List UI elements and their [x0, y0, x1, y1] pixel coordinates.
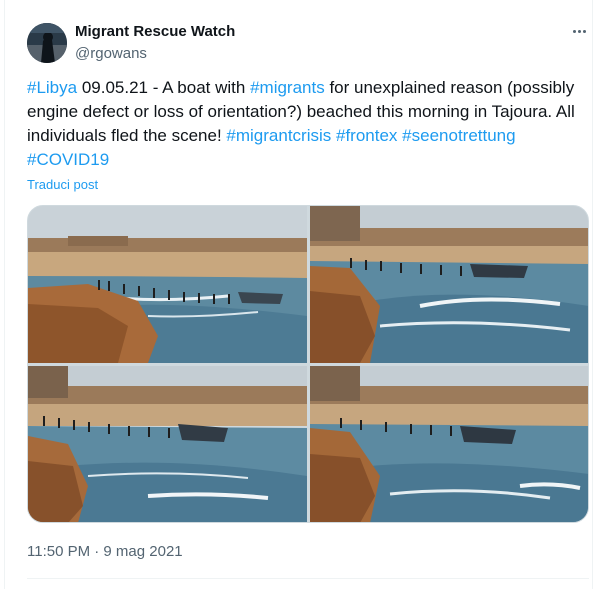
- hashtag-link[interactable]: #migrants: [250, 78, 325, 97]
- more-options-icon[interactable]: [568, 22, 590, 40]
- media-grid: [27, 205, 589, 523]
- hashtag-link[interactable]: #Libya: [27, 78, 77, 97]
- tweet-text-segment: 09.05.21 - A boat with: [77, 78, 251, 97]
- hashtag-link[interactable]: #COVID19: [27, 150, 109, 169]
- photo-2[interactable]: [310, 206, 588, 363]
- photo-3[interactable]: [28, 366, 307, 522]
- hashtag-link[interactable]: #seenotrettung: [402, 126, 515, 145]
- photo-1[interactable]: [28, 206, 307, 363]
- tweet-card: Migrant Rescue Watch @rgowans #Libya 09.…: [4, 0, 593, 589]
- avatar[interactable]: [27, 23, 67, 63]
- divider: [27, 578, 589, 579]
- hashtag-link[interactable]: #frontex: [336, 126, 397, 145]
- tweet-text: #Libya 09.05.21 - A boat with #migrants …: [27, 76, 587, 172]
- author-handle[interactable]: @rgowans: [75, 45, 147, 62]
- author-display-name[interactable]: Migrant Rescue Watch: [75, 23, 235, 40]
- tweet-timestamp[interactable]: 11:50 PM · 9 mag 2021: [27, 543, 183, 560]
- hashtag-link[interactable]: #migrantcrisis: [226, 126, 331, 145]
- photo-4[interactable]: [310, 366, 588, 522]
- translate-post-link[interactable]: Traduci post: [27, 177, 98, 192]
